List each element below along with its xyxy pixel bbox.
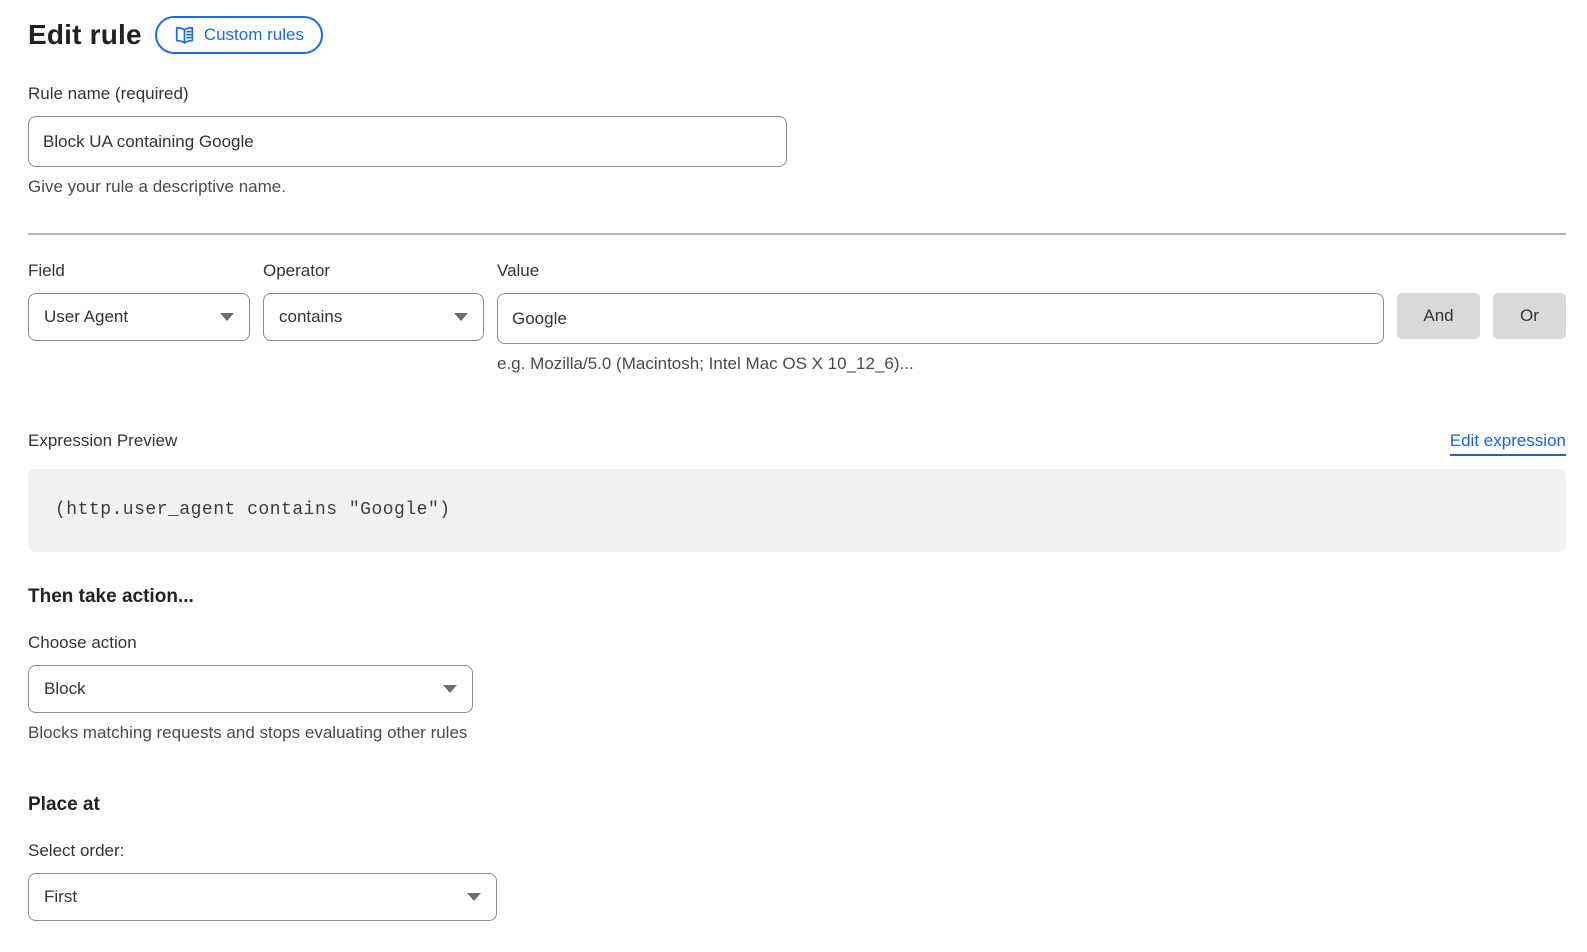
action-select[interactable]: Block — [28, 665, 473, 713]
choose-action-label: Choose action — [28, 633, 1566, 653]
operator-column: Operator contains — [263, 261, 484, 341]
expression-preview-box: (http.user_agent contains "Google") — [28, 469, 1566, 552]
value-column: Value e.g. Mozilla/5.0 (Macintosh; Intel… — [497, 261, 1384, 374]
rule-name-label: Rule name (required) — [28, 84, 1566, 104]
rule-name-input[interactable] — [28, 116, 787, 167]
chevron-down-icon — [467, 893, 481, 901]
value-input[interactable] — [497, 293, 1384, 344]
field-label: Field — [28, 261, 250, 281]
custom-rules-label: Custom rules — [204, 25, 304, 45]
select-order-label: Select order: — [28, 841, 1566, 861]
place-at-heading: Place at — [28, 794, 1566, 816]
operator-select-value: contains — [279, 307, 342, 327]
chevron-down-icon — [443, 685, 457, 693]
open-book-icon — [174, 26, 195, 45]
order-select-value: First — [44, 887, 77, 907]
operator-select[interactable]: contains — [263, 293, 484, 341]
value-label: Value — [497, 261, 1384, 281]
condition-row: Field User Agent Operator contains Value… — [28, 261, 1566, 374]
page-title: Edit rule — [28, 19, 142, 51]
field-select-value: User Agent — [44, 307, 128, 327]
or-button[interactable]: Or — [1493, 293, 1566, 339]
custom-rules-button[interactable]: Custom rules — [155, 16, 323, 54]
expression-preview-label: Expression Preview — [28, 431, 177, 451]
rule-name-help: Give your rule a descriptive name. — [28, 177, 1566, 197]
and-button[interactable]: And — [1397, 293, 1480, 339]
rule-name-section: Rule name (required) Give your rule a de… — [28, 84, 1566, 197]
page-header: Edit rule Custom rules — [28, 16, 1566, 54]
label-spacer — [1397, 261, 1566, 281]
field-column: Field User Agent — [28, 261, 250, 341]
operator-label: Operator — [263, 261, 484, 281]
andor-row: And Or — [1397, 293, 1566, 339]
section-divider — [28, 233, 1566, 235]
edit-expression-link[interactable]: Edit expression — [1450, 431, 1566, 456]
order-select[interactable]: First — [28, 873, 497, 921]
logic-buttons-column: And Or — [1397, 261, 1566, 339]
then-take-action-heading: Then take action... — [28, 586, 1566, 608]
chevron-down-icon — [220, 313, 234, 321]
action-help: Blocks matching requests and stops evalu… — [28, 723, 1566, 743]
chevron-down-icon — [454, 313, 468, 321]
action-select-value: Block — [44, 679, 86, 699]
expression-code: (http.user_agent contains "Google") — [55, 500, 451, 520]
value-hint: e.g. Mozilla/5.0 (Macintosh; Intel Mac O… — [497, 354, 1384, 374]
expression-header: Expression Preview Edit expression — [28, 431, 1566, 456]
field-select[interactable]: User Agent — [28, 293, 250, 341]
edit-rule-page: Edit rule Custom rules Rule name (requir… — [0, 0, 1587, 921]
